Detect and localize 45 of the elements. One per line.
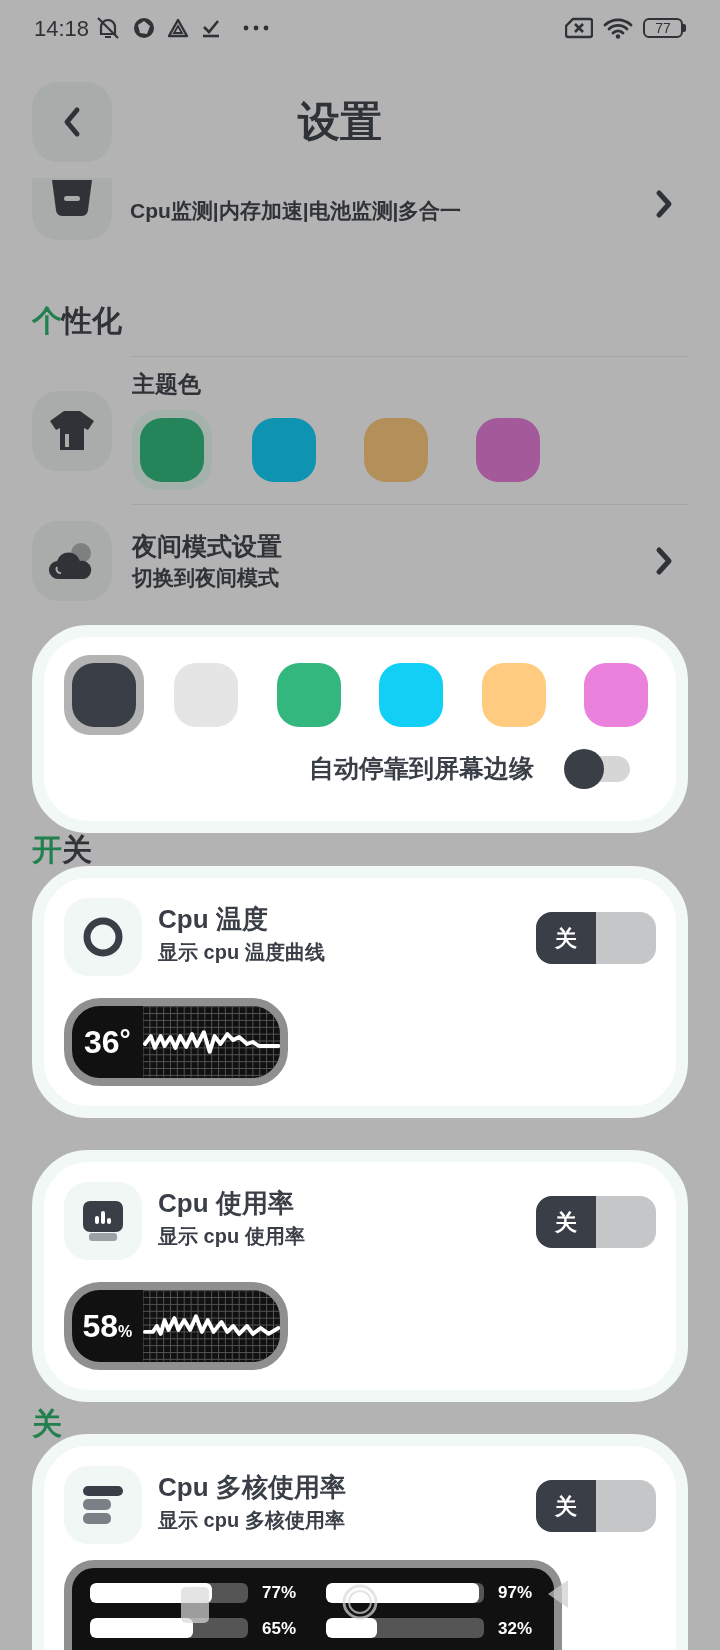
section-title: 开关 [32,835,92,865]
chevron-right-icon [654,189,674,219]
widget-title: Cpu 温度 [158,903,269,936]
night-mode-subtitle: 切换到夜间模式 [132,565,280,591]
widget-reading: 36° [83,1026,131,1058]
aperture-icon [133,17,156,39]
widget-subtitle: 显示 cpu 温度曲线 [158,940,326,965]
monitor-chart-icon [82,1200,124,1242]
toggle-switch[interactable]: 关 [536,1196,656,1248]
section-title: 个性化 [32,306,123,336]
sim-off-icon [565,17,593,39]
chevron-right-icon [654,546,674,576]
dock-edge-label: 自动停靠到屏幕边缘 [309,753,534,785]
night-mode-title: 夜间模式设置 [132,531,283,562]
toggle-switch[interactable]: 关 [536,912,656,964]
back-triangle-icon [546,1578,570,1610]
battery-indicator: 77 [643,18,686,38]
premium-subtitle: Cpu监测|内存加速|电池监测|多合一 [130,198,463,225]
t-shirt-icon [49,410,95,452]
recents-icon [180,1586,210,1624]
stacked-bars-icon [83,1486,123,1524]
widget-title: Cpu 使用率 [158,1187,295,1220]
home-icon [341,1583,379,1621]
toggle-switch[interactable]: 关 [536,1480,656,1532]
widget-subtitle: 显示 cpu 多核使用率 [158,1508,346,1533]
status-time: 14:18 [34,14,90,43]
widget-subtitle: 显示 cpu 使用率 [158,1224,306,1249]
core-usage-reading: 32% [498,1617,533,1640]
core-usage-reading: 77% [262,1582,297,1604]
back-button[interactable] [32,82,112,162]
section-title: 关 [32,1409,62,1439]
widget-title: Cpu 多核使用率 [158,1471,347,1504]
download-done-icon [201,18,222,38]
color-swatch[interactable] [64,655,144,735]
theme-color-label: 主题色 [132,373,202,396]
page-title: 设置 [298,101,382,143]
back-icon [62,106,82,138]
wifi-icon [603,17,633,39]
more-icon [243,25,270,31]
core-usage-reading: 97% [498,1582,533,1604]
widget-reading: 58% [82,1310,133,1342]
triangle-icon [167,18,190,38]
core-usage-reading: 65% [262,1617,297,1640]
color-swatch[interactable] [132,410,212,490]
ring-icon [82,916,124,958]
